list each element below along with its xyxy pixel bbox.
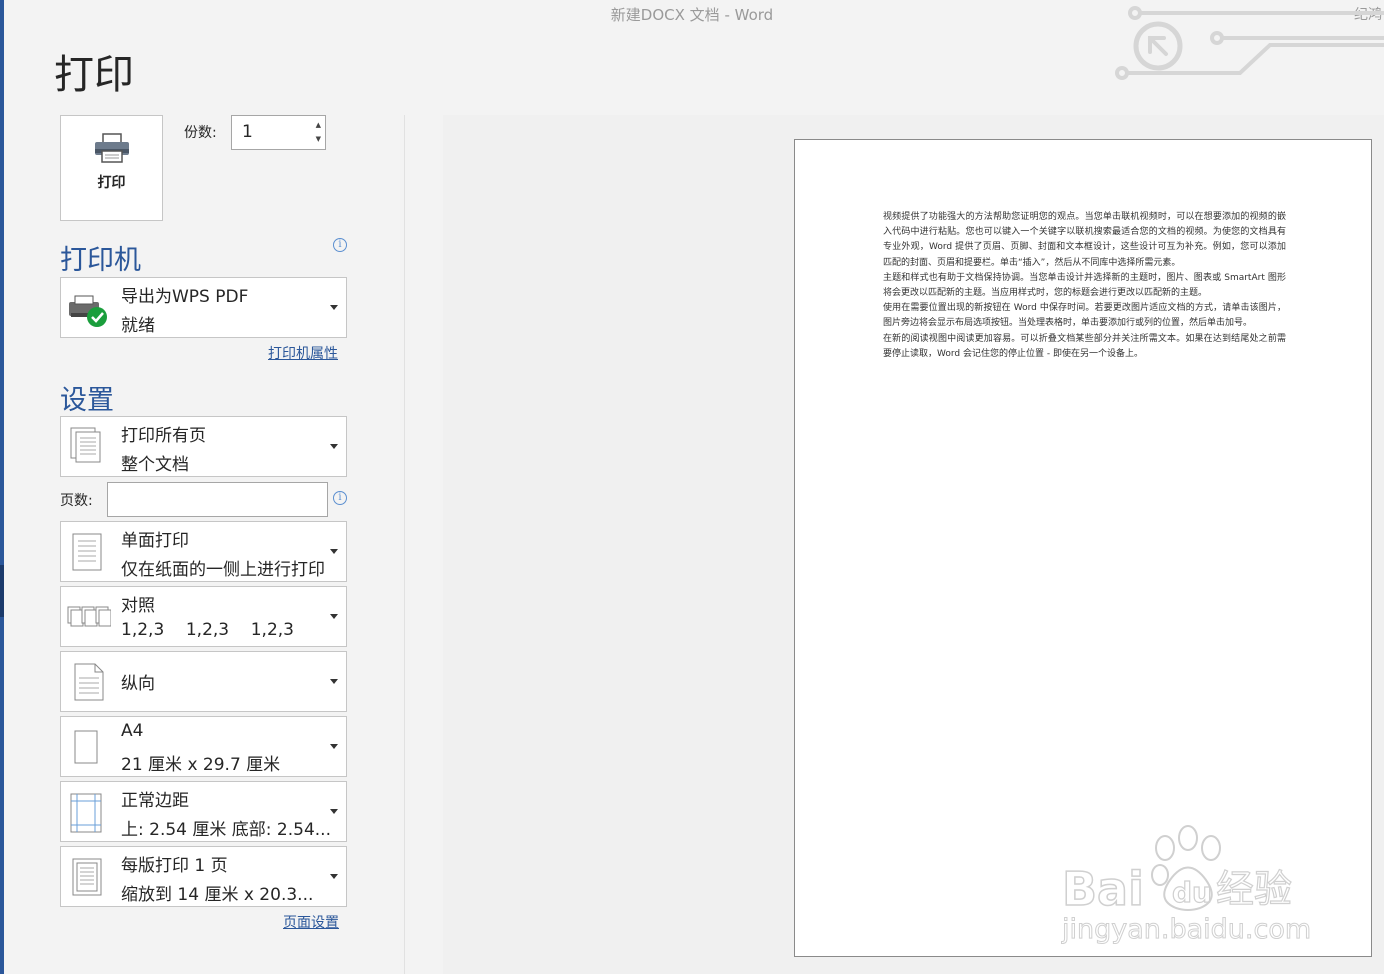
portrait-icon <box>74 663 104 701</box>
preview-paragraph: 视频提供了功能强大的方法帮助您证明您的观点。当您单击联机视频时，可以在想要添加的… <box>883 212 1286 268</box>
pages-per-sheet-dropdown[interactable]: 每版打印 1 页 缩放到 14 厘米 x 20.3... <box>60 846 347 907</box>
copies-label: 份数: <box>184 125 217 141</box>
margins-detail: 上: 2.54 厘米 底部: 2.54... <box>121 820 331 840</box>
pages-per-sheet-icon <box>72 858 102 896</box>
page-title: 打印 <box>54 52 134 98</box>
print-range-detail: 整个文档 <box>121 455 189 475</box>
print-range-dropdown[interactable]: 打印所有页 整个文档 <box>60 416 347 477</box>
orientation-value: 纵向 <box>121 674 155 694</box>
chevron-down-icon <box>330 549 338 554</box>
left-accent-marker <box>0 565 4 617</box>
pages-per-sheet-title: 每版打印 1 页 <box>121 856 228 876</box>
chevron-down-icon <box>330 444 338 449</box>
printer-dropdown[interactable]: 导出为WPS PDF 就绪 <box>60 277 347 338</box>
printer-section-title: 打印机 <box>60 245 141 276</box>
printer-name: 导出为WPS PDF <box>121 287 249 307</box>
collate-dropdown[interactable]: 对照 1,2,3 1,2,3 1,2,3 <box>60 586 347 647</box>
increment-arrow-icon[interactable]: ▲ <box>316 121 321 129</box>
margins-title: 正常边距 <box>121 791 189 811</box>
print-button[interactable]: 打印 <box>60 115 163 221</box>
sides-title: 单面打印 <box>121 531 189 551</box>
preview-paragraph: 使用在需要位置出现的新按钮在 Word 中保存时间。若要更改图片适应文档的方式，… <box>883 303 1286 329</box>
svg-text:Bai: Bai <box>1062 862 1144 916</box>
collate-icon <box>67 606 111 627</box>
panel-divider <box>404 115 405 974</box>
pages-info-icon[interactable]: i <box>333 491 347 505</box>
collate-detail: 1,2,3 1,2,3 1,2,3 <box>121 620 294 640</box>
printer-status: 就绪 <box>121 316 155 336</box>
paper-size-dropdown[interactable]: A4 21 厘米 x 29.7 厘米 <box>60 716 347 777</box>
chevron-down-icon <box>330 874 338 879</box>
printer-properties-link[interactable]: 打印机属性 <box>268 343 338 363</box>
baidu-watermark-logo: Bai du 经验 jingyan.baidu.com <box>1061 825 1312 946</box>
chevron-down-icon <box>330 614 338 619</box>
collate-title: 对照 <box>121 596 155 616</box>
svg-text:经验: 经验 <box>1216 867 1292 911</box>
single-sided-icon <box>72 533 102 571</box>
orientation-dropdown[interactable]: 纵向 <box>60 651 347 712</box>
circuit-decoration <box>1115 6 1384 80</box>
sides-detail: 仅在纸面的一侧上进行打印 <box>121 560 325 580</box>
sides-dropdown[interactable]: 单面打印 仅在纸面的一侧上进行打印 <box>60 521 347 582</box>
margins-dropdown[interactable]: 正常边距 上: 2.54 厘米 底部: 2.54... <box>60 781 347 842</box>
printer-info-icon[interactable]: i <box>333 238 347 252</box>
copies-value: 1 <box>242 122 253 142</box>
paper-size-icon <box>74 730 98 764</box>
chevron-down-icon <box>330 679 338 684</box>
chevron-down-icon <box>330 305 338 310</box>
decrement-arrow-icon[interactable]: ▼ <box>316 135 321 143</box>
pages-stack-icon <box>70 427 101 463</box>
chevron-down-icon <box>330 809 338 814</box>
print-button-label: 打印 <box>97 175 126 191</box>
copies-stepper[interactable]: 1 ▲ ▼ <box>231 115 326 150</box>
margins-icon <box>70 793 102 833</box>
pages-per-sheet-detail: 缩放到 14 厘米 x 20.3... <box>121 885 314 905</box>
pages-label: 页数: <box>60 493 93 509</box>
preview-page-text: 视频提供了功能强大的方法帮助您证明您的观点。当您单击联机视频时，可以在想要添加的… <box>883 210 1286 362</box>
pages-input[interactable] <box>107 482 328 517</box>
settings-section-title: 设置 <box>60 385 114 416</box>
printer-icon <box>95 133 129 163</box>
svg-text:du: du <box>1172 876 1212 909</box>
paper-size-title: A4 <box>121 721 144 741</box>
chevron-down-icon <box>330 744 338 749</box>
print-range-title: 打印所有页 <box>121 426 206 446</box>
preview-paragraph: 主题和样式也有助于文档保持协调。当您单击设计并选择新的主题时，图片、图表或 Sm… <box>883 272 1286 299</box>
preview-paragraph: 在新的阅读视图中阅读更加容易。可以折叠文档某些部分并关注所需文本。如果在达到结尾… <box>883 333 1286 359</box>
svg-text:jingyan.baidu.com: jingyan.baidu.com <box>1061 914 1311 945</box>
printer-ready-icon <box>69 295 107 327</box>
page-setup-link[interactable]: 页面设置 <box>283 912 339 932</box>
paper-size-detail: 21 厘米 x 29.7 厘米 <box>121 755 281 775</box>
left-accent-bar <box>0 0 4 974</box>
